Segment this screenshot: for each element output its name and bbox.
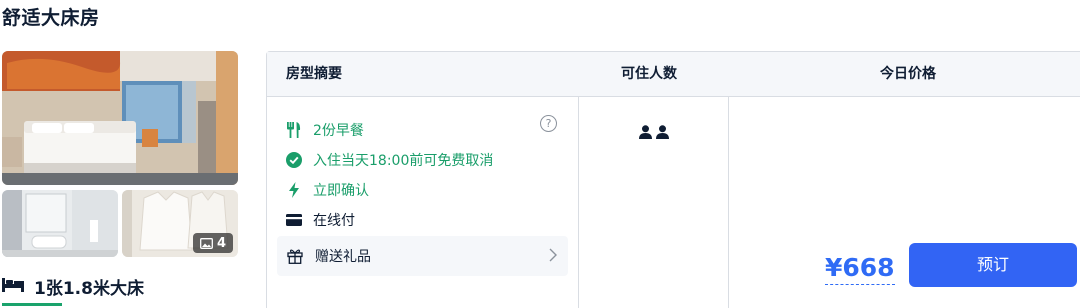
column-divider <box>728 96 729 308</box>
check-circle-icon <box>285 152 303 168</box>
credit-card-icon <box>285 214 303 226</box>
partial-green-text <box>2 300 62 307</box>
hotel-bedroom-image <box>2 51 238 185</box>
room-photo-robe[interactable]: 4 <box>122 190 238 257</box>
header-guests: 可住人数 <box>621 66 677 82</box>
photo-count-badge[interactable]: 4 <box>192 233 233 253</box>
person-icon <box>639 124 652 143</box>
feature-pay-online: 在线付 <box>285 205 567 235</box>
header-room-summary: 房型摘要 <box>286 66 342 82</box>
room-price[interactable]: ¥668 <box>825 253 895 285</box>
gift-row[interactable]: 赠送礼品 <box>277 236 568 276</box>
column-divider <box>578 96 579 308</box>
help-icon[interactable]: ? <box>540 115 557 132</box>
lightning-icon <box>285 182 303 198</box>
rate-features: 2份早餐 入住当天18:00前可免费取消 立即确认 在线付 <box>285 115 567 235</box>
feature-free-cancellation: 入住当天18:00前可免费取消 <box>285 145 567 175</box>
guest-capacity <box>639 124 669 143</box>
utensils-icon <box>285 122 303 138</box>
cancellation-label: 入住当天18:00前可免费取消 <box>313 153 494 169</box>
bed-description: 1张1.8米大床 <box>34 279 144 299</box>
table-header: 房型摘要 可住人数 今日价格 <box>267 52 1080 97</box>
instant-confirm-label: 立即确认 <box>313 183 369 199</box>
room-photo-main[interactable] <box>2 51 238 185</box>
breakfast-label: 2份早餐 <box>313 123 364 139</box>
person-icon <box>656 124 669 143</box>
gift-icon <box>287 248 305 264</box>
bed-icon <box>2 276 24 297</box>
book-button[interactable]: 预订 <box>909 243 1077 287</box>
photo-count: 4 <box>216 235 226 251</box>
image-icon <box>200 237 213 249</box>
gift-label: 赠送礼品 <box>315 249 371 265</box>
bathroom-image <box>2 190 118 257</box>
feature-breakfast: 2份早餐 <box>285 115 567 145</box>
pay-online-label: 在线付 <box>313 213 355 229</box>
header-today-price: 今日价格 <box>880 66 936 82</box>
feature-instant-confirm: 立即确认 <box>285 175 567 205</box>
room-photo-bathroom[interactable] <box>2 190 118 257</box>
rate-table: 房型摘要 可住人数 今日价格 2份早餐 入住当天18:00前可免费取消 立即确认 <box>266 51 1080 308</box>
room-title: 舒适大床房 <box>2 7 100 29</box>
chevron-right-icon <box>548 247 558 267</box>
bed-info: 1张1.8米大床 <box>2 274 144 299</box>
